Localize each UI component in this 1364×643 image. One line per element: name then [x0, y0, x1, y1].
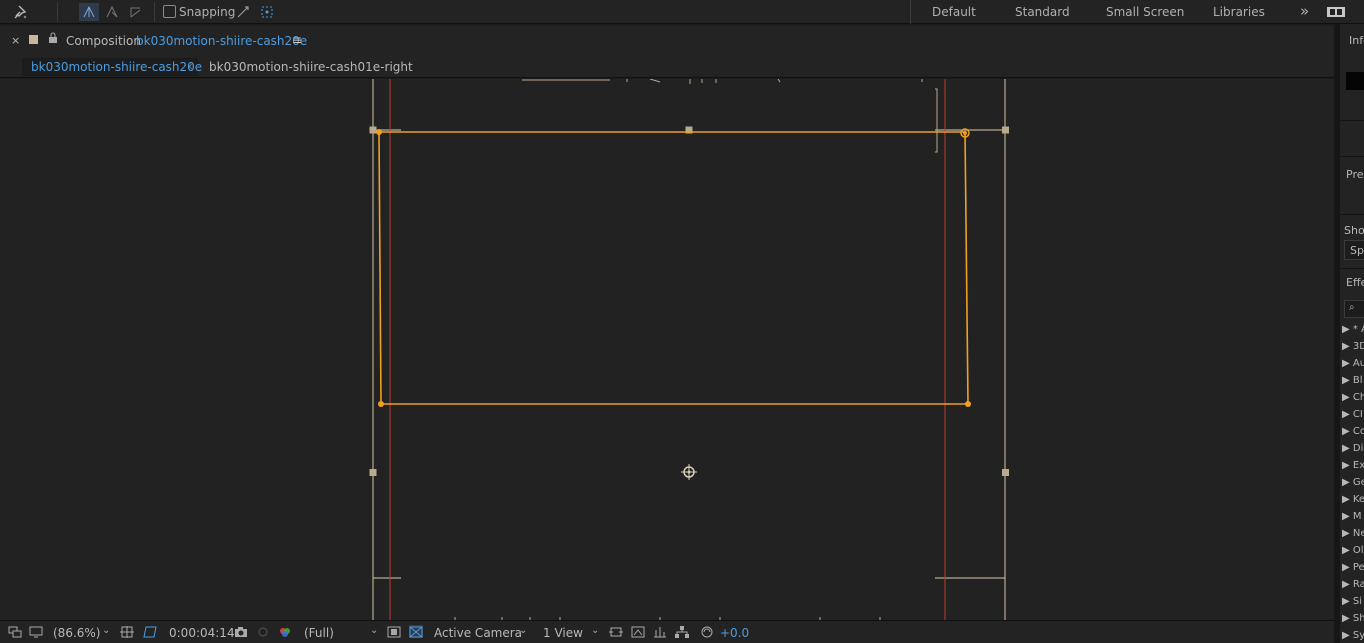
effects-category-item[interactable]: ▶ Sh: [1342, 613, 1364, 624]
effects-category-item[interactable]: ▶ Sy: [1342, 630, 1364, 641]
show-snapshot-icon[interactable]: [256, 625, 270, 638]
effects-category-item[interactable]: ▶ Bl: [1342, 375, 1363, 386]
effects-category-item[interactable]: ▶ M: [1342, 511, 1362, 522]
handle-top-left[interactable]: [369, 126, 377, 134]
flow-crumb-next[interactable]: bk030motion-shiire-cash01e-right: [209, 60, 413, 74]
snapping-checkbox[interactable]: [163, 5, 176, 18]
top-toolbar: Snapping Default Standard Small Screen L…: [0, 0, 1364, 24]
camera-view-select[interactable]: Active Camera: [434, 626, 522, 640]
preview-panel-tab[interactable]: Preview: [1346, 168, 1364, 181]
flowchart-icon[interactable]: [675, 625, 689, 638]
camera-chevron-down-icon[interactable]: ⌄: [519, 625, 527, 636]
effects-category-item[interactable]: ▶ * A: [1342, 324, 1364, 335]
exposure-value[interactable]: +0.0: [720, 626, 749, 640]
effects-category-item[interactable]: ▶ Ne: [1342, 528, 1364, 539]
workspace-default[interactable]: Default: [932, 5, 976, 19]
view-layout-select[interactable]: 1 View: [543, 626, 583, 640]
effects-category-item[interactable]: ▶ Ra: [1342, 579, 1364, 590]
effects-category-item[interactable]: ▶ Ol: [1342, 545, 1364, 556]
search-icon: ⌕: [1349, 302, 1355, 313]
timeline-icon[interactable]: [653, 625, 667, 638]
right-panel-stack: Info Preview Show Sp Effects ⌕ ▶ * A ▶ 3D…: [1340, 24, 1364, 643]
transparency-grid-icon[interactable]: [409, 625, 423, 638]
composition-panel-header: × Composition bk030motion-shiire-cash20e…: [0, 26, 1334, 56]
shape-vertex-bl[interactable]: [378, 401, 384, 407]
always-preview-icon[interactable]: [8, 625, 22, 638]
panel-rule: [1340, 156, 1364, 157]
handle-top-right[interactable]: [1002, 126, 1009, 134]
resolution-select[interactable]: (Full): [304, 626, 334, 640]
effects-category-item[interactable]: ▶ Ex: [1342, 460, 1364, 471]
toolbar-divider: [154, 2, 155, 22]
lock-icon[interactable]: [48, 32, 58, 47]
snapping-label: Snapping: [179, 5, 236, 19]
viewer-bottom-bar: (86.6%) ⌄ 0:00:04:14 (Full) ⌄ Active Cam…: [0, 620, 1334, 643]
fast-previews-icon[interactable]: [631, 625, 645, 638]
effects-category-item[interactable]: ▶ Si: [1342, 596, 1362, 607]
effects-category-item[interactable]: ▶ Ke: [1342, 494, 1364, 505]
composition-viewer[interactable]: [0, 79, 1334, 620]
views-chevron-down-icon[interactable]: ⌄: [591, 625, 599, 636]
show-select-value: Sp: [1350, 244, 1364, 257]
axis-local-icon[interactable]: [79, 3, 99, 21]
composition-name[interactable]: bk030motion-shiire-cash20e: [136, 34, 307, 48]
panel-close-button[interactable]: ×: [11, 34, 20, 47]
workspace-small-screen[interactable]: Small Screen: [1106, 5, 1184, 19]
show-label: Show: [1344, 224, 1364, 237]
effects-category-item[interactable]: ▶ 3D: [1342, 341, 1364, 352]
shape-vertex-tr-dot: [963, 131, 967, 135]
snap-extend-icon[interactable]: [258, 3, 276, 21]
panel-rule: [1340, 214, 1364, 215]
zoom-chevron-down-icon[interactable]: ⌄: [102, 625, 110, 636]
panel-title-prefix: Composition: [66, 34, 141, 48]
viewer-canvas: [369, 79, 1009, 620]
flow-crumb-active-label: bk030motion-shiire-cash20e: [31, 60, 203, 74]
camera-snapshot-icon[interactable]: [234, 625, 248, 638]
workspace-standard[interactable]: Standard: [1015, 5, 1070, 19]
grid-guides-icon[interactable]: [120, 625, 134, 638]
monitor-icon[interactable]: [29, 625, 43, 638]
snap-feature-icon[interactable]: [234, 3, 252, 21]
workspace-overflow-icon[interactable]: »: [1300, 2, 1309, 20]
effects-category-item[interactable]: ▶ Ge: [1342, 477, 1364, 488]
flow-chevron-icon[interactable]: ‹: [188, 59, 193, 73]
axis-world-icon[interactable]: [102, 3, 122, 21]
info-color-swatch: [1346, 72, 1364, 90]
reset-exposure-icon[interactable]: [700, 625, 714, 638]
effects-category-item[interactable]: ▶ Pe: [1342, 562, 1364, 573]
axis-view-icon[interactable]: [126, 3, 146, 21]
current-time[interactable]: 0:00:04:14: [169, 626, 235, 640]
panel-rule: [1340, 268, 1364, 269]
label-color-swatch[interactable]: [29, 35, 38, 44]
handle-middle-left[interactable]: [369, 469, 377, 476]
effects-panel-tab[interactable]: Effects: [1346, 276, 1364, 289]
panel-rule: [1340, 120, 1364, 121]
color-channels-icon[interactable]: [278, 625, 292, 638]
workspace-divider: [910, 0, 911, 24]
effects-category-item[interactable]: ▶ Au: [1342, 358, 1364, 369]
toolbar-divider: [57, 2, 58, 22]
info-panel-tab[interactable]: Info: [1349, 34, 1364, 47]
workspace-grid-icon[interactable]: [1326, 3, 1346, 21]
anchor-point-icon[interactable]: [681, 464, 697, 480]
shape-vertex-br[interactable]: [965, 401, 971, 407]
region-of-interest-icon[interactable]: [387, 625, 401, 638]
effects-category-item[interactable]: ▶ Co: [1342, 426, 1364, 437]
panel-menu-icon[interactable]: ≡: [292, 33, 302, 47]
zoom-level[interactable]: (86.6%): [53, 626, 100, 640]
workspace-libraries[interactable]: Libraries: [1213, 5, 1265, 19]
effects-category-item[interactable]: ▶ CI: [1342, 409, 1363, 420]
resolution-chevron-down-icon[interactable]: ⌄: [370, 625, 378, 636]
effects-category-item[interactable]: ▶ Di: [1342, 443, 1363, 454]
toggle-pixel-aspect-icon[interactable]: [609, 625, 623, 638]
pin-tool-icon[interactable]: [10, 3, 30, 21]
selected-shape-path[interactable]: [378, 131, 969, 405]
composition-flow-bar: bk030motion-shiire-cash20e ‹ bk030motion…: [0, 56, 1334, 78]
handle-middle-right[interactable]: [1002, 469, 1009, 476]
effects-category-item[interactable]: ▶ Ch: [1342, 392, 1364, 403]
top-edge-fragments: [522, 79, 923, 84]
safe-bracket-right: [935, 88, 938, 153]
shape-vertex-tl[interactable]: [376, 129, 382, 135]
mask-visibility-icon[interactable]: [143, 625, 157, 638]
